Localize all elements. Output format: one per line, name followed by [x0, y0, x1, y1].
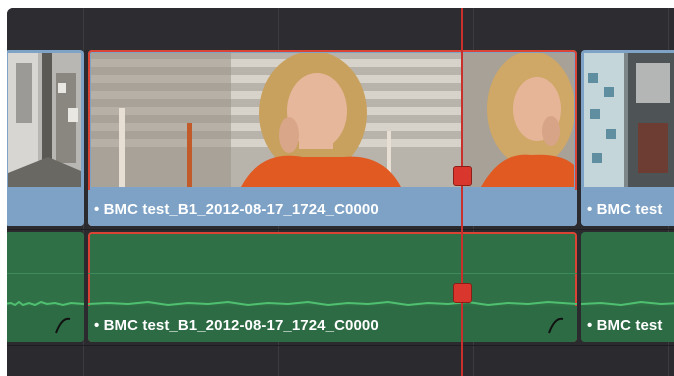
video-clip-selected[interactable]: • BMC test_B1_2012-08-17_1724_C0000	[88, 50, 577, 226]
timeline-panel: • BMC test_B1_2012-08-17_1724_C0000 • BM…	[7, 8, 674, 376]
video-clip-left[interactable]	[7, 50, 84, 226]
audio-clip-right[interactable]: • BMC test	[581, 232, 674, 342]
clip-label-band: • BMC test_B1_2012-08-17_1724_C0000	[88, 306, 577, 342]
clip-thumbnail	[8, 53, 81, 187]
clip-label-band	[7, 306, 84, 342]
audio-curve-icon[interactable]	[547, 315, 565, 335]
audio-clip-left[interactable]	[7, 232, 84, 342]
clip-label-band	[7, 190, 84, 226]
clip-name: • BMC test_B1_2012-08-17_1724_C0000	[94, 317, 379, 334]
video-clip-right[interactable]: • BMC test	[581, 50, 674, 226]
clip-thumbnail	[584, 53, 674, 187]
clip-label-band: • BMC test	[581, 306, 674, 342]
audio-clip-selected[interactable]: • BMC test_B1_2012-08-17_1724_C0000	[88, 232, 577, 342]
clip-name: • BMC test	[587, 201, 663, 218]
playhead[interactable]	[461, 8, 463, 376]
track-separator	[7, 345, 674, 346]
timeline-header-strip	[7, 8, 674, 50]
clip-label-band: • BMC test_B1_2012-08-17_1724_C0000	[88, 190, 577, 226]
track-separator	[7, 229, 674, 230]
audio-curve-icon[interactable]	[54, 315, 72, 335]
playhead-marker-icon[interactable]	[453, 166, 472, 186]
clip-thumbnail	[91, 53, 574, 187]
clip-name: • BMC test	[587, 317, 663, 334]
clip-label-band: • BMC test	[581, 190, 674, 226]
clip-name: • BMC test_B1_2012-08-17_1724_C0000	[94, 201, 379, 218]
playhead-marker-icon[interactable]	[453, 283, 472, 303]
